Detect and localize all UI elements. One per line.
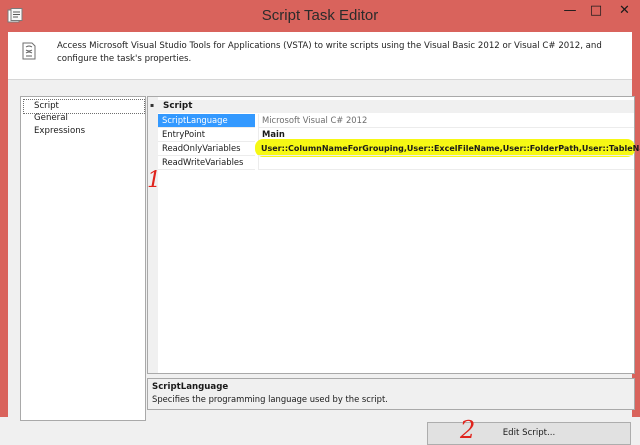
- nav-item-general[interactable]: General: [24, 112, 144, 125]
- annotation-marker-2: 2: [460, 416, 476, 444]
- readonly-variables-value: User::ColumnNameForGrouping,User::ExcelF…: [261, 144, 640, 153]
- header-band: Access Microsoft Visual Studio Tools for…: [8, 32, 632, 80]
- property-name[interactable]: EntryPoint: [158, 128, 255, 142]
- property-grid: ▪ Script ScriptLanguage Microsoft Visual…: [147, 96, 640, 374]
- title-bar[interactable]: Script Task Editor — □ ✕: [0, 0, 640, 32]
- collapse-icon[interactable]: ▪: [150, 103, 156, 109]
- dialog-client-area: Access Microsoft Visual Studio Tools for…: [8, 32, 640, 445]
- nav-item-expressions[interactable]: Expressions: [24, 125, 144, 138]
- maximize-button[interactable]: □: [583, 1, 609, 22]
- description-heading: ScriptLanguage: [152, 382, 229, 392]
- category-label: Script: [163, 101, 193, 111]
- script-document-icon: [22, 42, 36, 60]
- property-value[interactable]: Microsoft Visual C# 2012: [258, 114, 634, 128]
- description-text: Specifies the programming language used …: [152, 394, 388, 404]
- page-nav-list: Script General Expressions: [20, 96, 146, 421]
- property-row-scriptlanguage[interactable]: ScriptLanguage Microsoft Visual C# 2012: [158, 114, 634, 128]
- window-title: Script Task Editor: [261, 7, 379, 24]
- property-name[interactable]: ScriptLanguage: [158, 114, 255, 128]
- property-name[interactable]: ReadWriteVariables: [158, 156, 255, 170]
- property-name[interactable]: ReadOnlyVariables: [158, 142, 255, 156]
- task-description: Access Microsoft Visual Studio Tools for…: [57, 41, 602, 64]
- property-value[interactable]: User::ColumnNameForGrouping,User::ExcelF…: [258, 142, 640, 156]
- property-row-readwritevariables[interactable]: ReadWriteVariables: [158, 156, 634, 170]
- annotation-marker-1: 1: [147, 168, 161, 193]
- grid-margin: [148, 97, 158, 373]
- property-row-readonlyvariables[interactable]: ReadOnlyVariables User::ColumnNameForGro…: [158, 139, 640, 157]
- property-description-box: ScriptLanguage Specifies the programming…: [147, 378, 635, 410]
- close-button[interactable]: ✕: [609, 1, 640, 22]
- edit-script-button[interactable]: Edit Script...: [427, 422, 631, 445]
- minimize-button[interactable]: —: [557, 1, 583, 22]
- property-value[interactable]: [258, 156, 634, 170]
- category-row-script[interactable]: ▪ Script: [148, 100, 634, 113]
